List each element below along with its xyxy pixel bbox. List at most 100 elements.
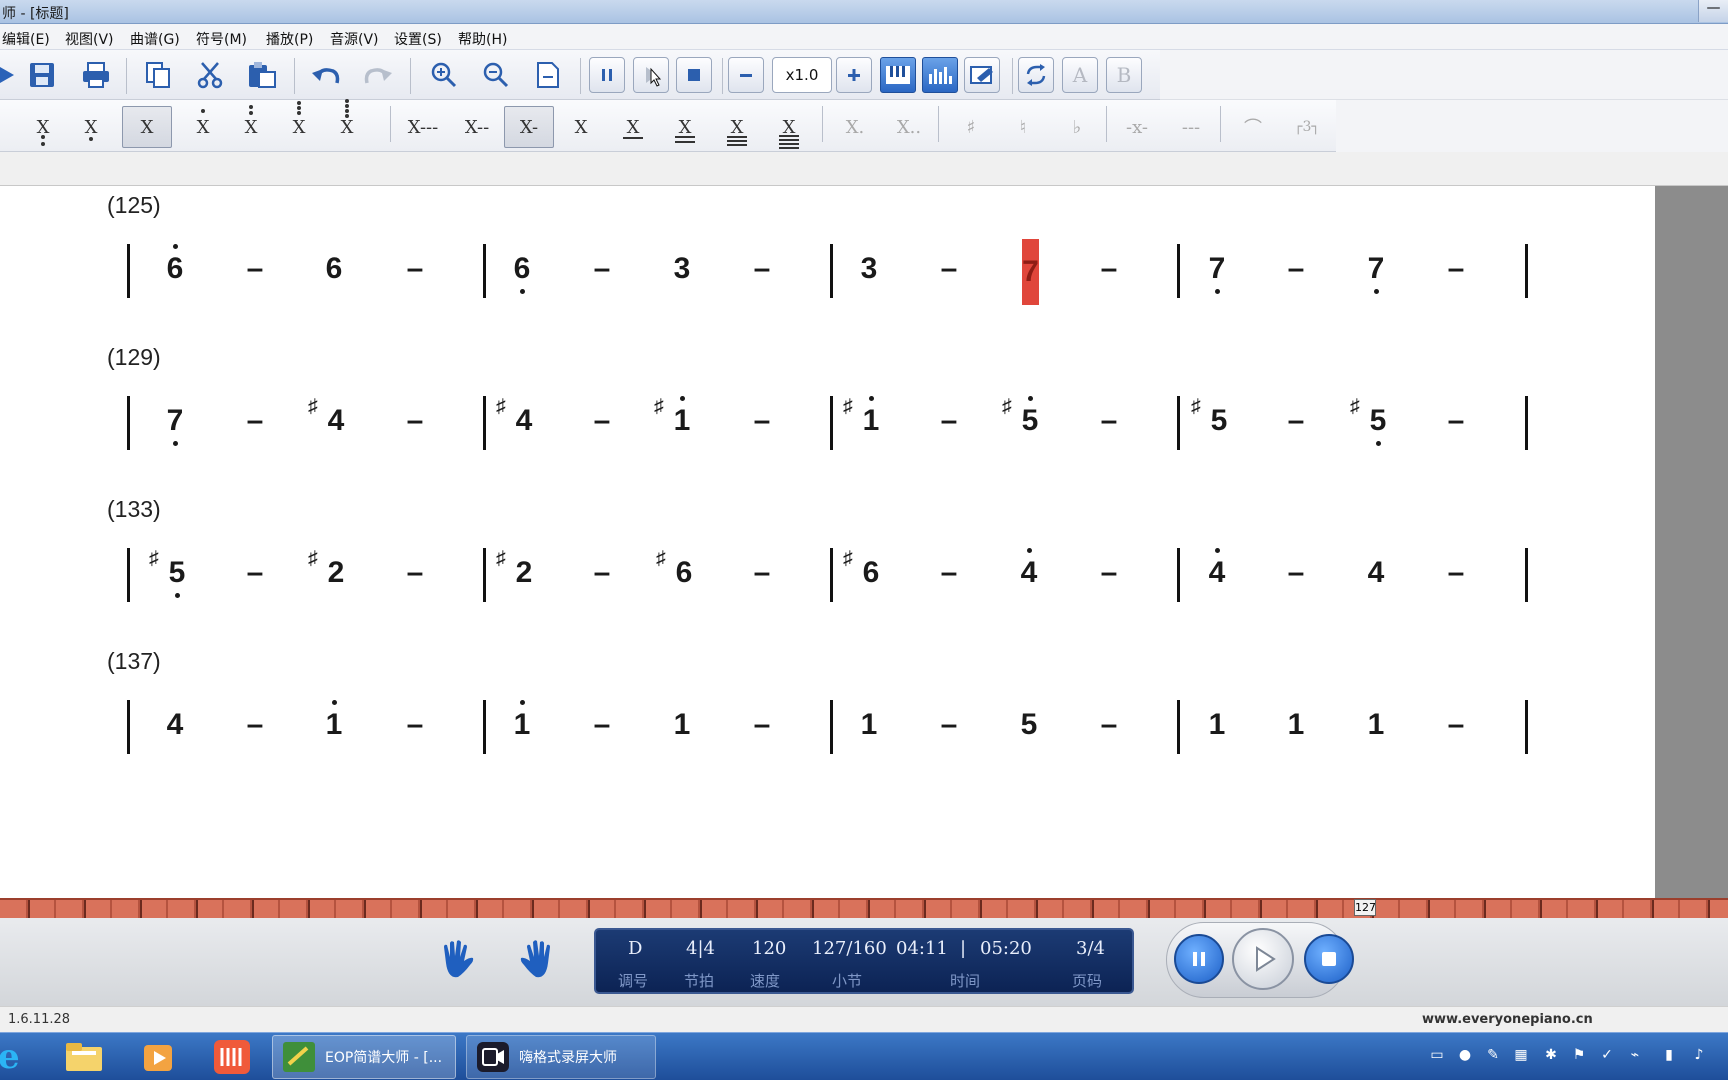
thirty-second-note-button[interactable]: X bbox=[712, 106, 762, 148]
double-dot-button[interactable]: X.. bbox=[884, 106, 934, 148]
taskbar-item-recorder[interactable]: 嗨格式录屏大师 bbox=[466, 1035, 656, 1079]
note[interactable]: ♯ 5 bbox=[1002, 396, 1052, 438]
note[interactable]: 1 bbox=[1274, 708, 1318, 742]
note[interactable]: ♯ 6 bbox=[843, 548, 893, 590]
note[interactable]: ♯ 5 bbox=[1191, 396, 1241, 438]
network-icon[interactable]: ▮ bbox=[1660, 1047, 1678, 1065]
media-player-icon[interactable] bbox=[138, 1035, 182, 1079]
menu-sound[interactable]: 音源(V) bbox=[330, 29, 379, 49]
ie-icon[interactable]: e bbox=[0, 1035, 30, 1079]
note[interactable]: 1 bbox=[1354, 708, 1398, 742]
note[interactable]: 7 bbox=[153, 404, 197, 446]
note[interactable]: ♯ 1 bbox=[654, 396, 704, 438]
extend-button[interactable]: --- bbox=[1166, 106, 1216, 148]
menu-score[interactable]: 曲谱(G) bbox=[130, 29, 180, 49]
play-button[interactable] bbox=[633, 57, 669, 93]
menu-view[interactable]: 视图(V) bbox=[65, 29, 114, 49]
note[interactable]: ♯ 1 bbox=[843, 396, 893, 438]
note[interactable]: 4 bbox=[153, 708, 197, 742]
play-circle-button[interactable] bbox=[1232, 928, 1294, 990]
octave-normal-button[interactable]: X bbox=[122, 106, 172, 148]
note[interactable]: 6 bbox=[312, 252, 356, 286]
stop-button[interactable] bbox=[676, 57, 712, 93]
octave-up-button[interactable]: X bbox=[66, 106, 116, 148]
keyboard-icon[interactable] bbox=[880, 57, 916, 93]
note[interactable]: 6 bbox=[153, 244, 197, 286]
minimize-button[interactable]: — bbox=[1698, 0, 1728, 22]
taskbar-item-eop[interactable]: EOP简谱大师 - [... bbox=[272, 1035, 456, 1079]
triplet-button[interactable]: ┌3┐ bbox=[1282, 106, 1332, 148]
note[interactable]: 1 bbox=[500, 700, 544, 742]
volume-icon[interactable]: ♪ bbox=[1690, 1047, 1708, 1065]
tray-display-icon[interactable]: ▭ bbox=[1428, 1047, 1446, 1065]
octave-lower-button[interactable]: X bbox=[274, 101, 324, 148]
rest-button[interactable]: -x- bbox=[1112, 106, 1162, 148]
bluetooth-icon[interactable]: ✱ bbox=[1542, 1047, 1560, 1065]
tray-security-icon[interactable]: ✓ bbox=[1598, 1047, 1616, 1065]
octave-low-button[interactable]: X bbox=[226, 105, 276, 148]
note[interactable]: ♯ 4 bbox=[496, 396, 546, 438]
cut-icon[interactable] bbox=[192, 57, 228, 93]
progress-marker[interactable]: 127 bbox=[1354, 899, 1376, 916]
menu-settings[interactable]: 设置(S) bbox=[394, 29, 442, 49]
speed-increase-button[interactable] bbox=[836, 57, 872, 93]
note[interactable]: 4 bbox=[1354, 556, 1398, 590]
quarter-note-button[interactable]: X bbox=[556, 106, 606, 148]
note[interactable]: 1 bbox=[847, 708, 891, 742]
redo-icon[interactable] bbox=[360, 57, 396, 93]
dot-button[interactable]: X. bbox=[830, 106, 880, 148]
whole-note-button[interactable]: X--- bbox=[398, 106, 448, 148]
menu-symbol[interactable]: 符号(M) bbox=[196, 29, 247, 49]
left-hand-icon[interactable] bbox=[436, 936, 480, 982]
note[interactable]: ♯ 5 bbox=[149, 548, 199, 598]
note[interactable]: 6 bbox=[500, 252, 544, 294]
tray-usb-icon[interactable]: ⌁ bbox=[1626, 1047, 1644, 1065]
note[interactable]: 1 bbox=[312, 700, 356, 742]
note[interactable]: 3 bbox=[660, 252, 704, 286]
eighth-note-button[interactable]: X bbox=[608, 106, 658, 148]
stop-circle-button[interactable] bbox=[1304, 934, 1354, 984]
copy-icon[interactable] bbox=[140, 57, 176, 93]
pause-button[interactable] bbox=[589, 57, 625, 93]
tray-input-icon[interactable]: ✎ bbox=[1484, 1047, 1502, 1065]
slur-button[interactable]: ⌒ bbox=[1228, 106, 1278, 148]
dotted-half-button[interactable]: X-- bbox=[452, 106, 502, 148]
zoom-in-icon[interactable] bbox=[426, 57, 462, 93]
speed-field[interactable]: x1.0 bbox=[772, 57, 832, 93]
menu-help[interactable]: 帮助(H) bbox=[458, 29, 507, 49]
note[interactable]: 1 bbox=[660, 708, 704, 742]
undo-icon[interactable] bbox=[308, 57, 344, 93]
speed-decrease-button[interactable] bbox=[728, 57, 764, 93]
half-note-button[interactable]: X- bbox=[504, 106, 554, 148]
save-icon[interactable] bbox=[24, 57, 60, 93]
sixteenth-note-button[interactable]: X bbox=[660, 106, 710, 148]
octave-down-button[interactable]: X bbox=[178, 106, 228, 148]
print-icon[interactable] bbox=[78, 57, 114, 93]
visualizer-icon[interactable] bbox=[922, 57, 958, 93]
score-sheet[interactable]: (125) 6 – 6 – 6 – 3 – 3 – 7 – 7 – 7 – (1… bbox=[0, 186, 1655, 898]
sharp-button[interactable]: ♯ bbox=[946, 106, 996, 148]
current-note-highlight[interactable]: 7 bbox=[1022, 239, 1039, 305]
loop-ab-icon[interactable] bbox=[1018, 57, 1054, 93]
score-edit-icon[interactable] bbox=[964, 57, 1000, 93]
tray-wechat-icon[interactable]: ● bbox=[1456, 1047, 1474, 1065]
explorer-icon[interactable] bbox=[62, 1035, 110, 1079]
note[interactable]: ♯ 4 bbox=[308, 396, 358, 438]
note[interactable]: ♯ 6 bbox=[656, 548, 706, 590]
paste-icon[interactable] bbox=[244, 57, 280, 93]
note[interactable]: ♯ 2 bbox=[496, 548, 546, 590]
tray-app-icon[interactable]: ▦ bbox=[1512, 1047, 1530, 1065]
set-a-icon[interactable]: A bbox=[1062, 57, 1098, 93]
note[interactable]: ♯ 5 bbox=[1350, 396, 1400, 446]
natural-button[interactable]: ♮ bbox=[998, 106, 1048, 148]
note[interactable]: 5 bbox=[1007, 708, 1051, 742]
note[interactable]: ♯ 2 bbox=[308, 548, 358, 590]
set-b-icon[interactable]: B bbox=[1106, 57, 1142, 93]
octave-high-button[interactable]: X bbox=[18, 106, 68, 148]
note[interactable]: 4 bbox=[1007, 548, 1051, 590]
menu-edit[interactable]: 编辑(E) bbox=[2, 29, 50, 49]
note[interactable]: 7 bbox=[1195, 252, 1239, 294]
progress-timeline[interactable] bbox=[0, 898, 1728, 918]
fit-page-icon[interactable] bbox=[530, 57, 566, 93]
note[interactable]: 7 bbox=[1354, 252, 1398, 294]
